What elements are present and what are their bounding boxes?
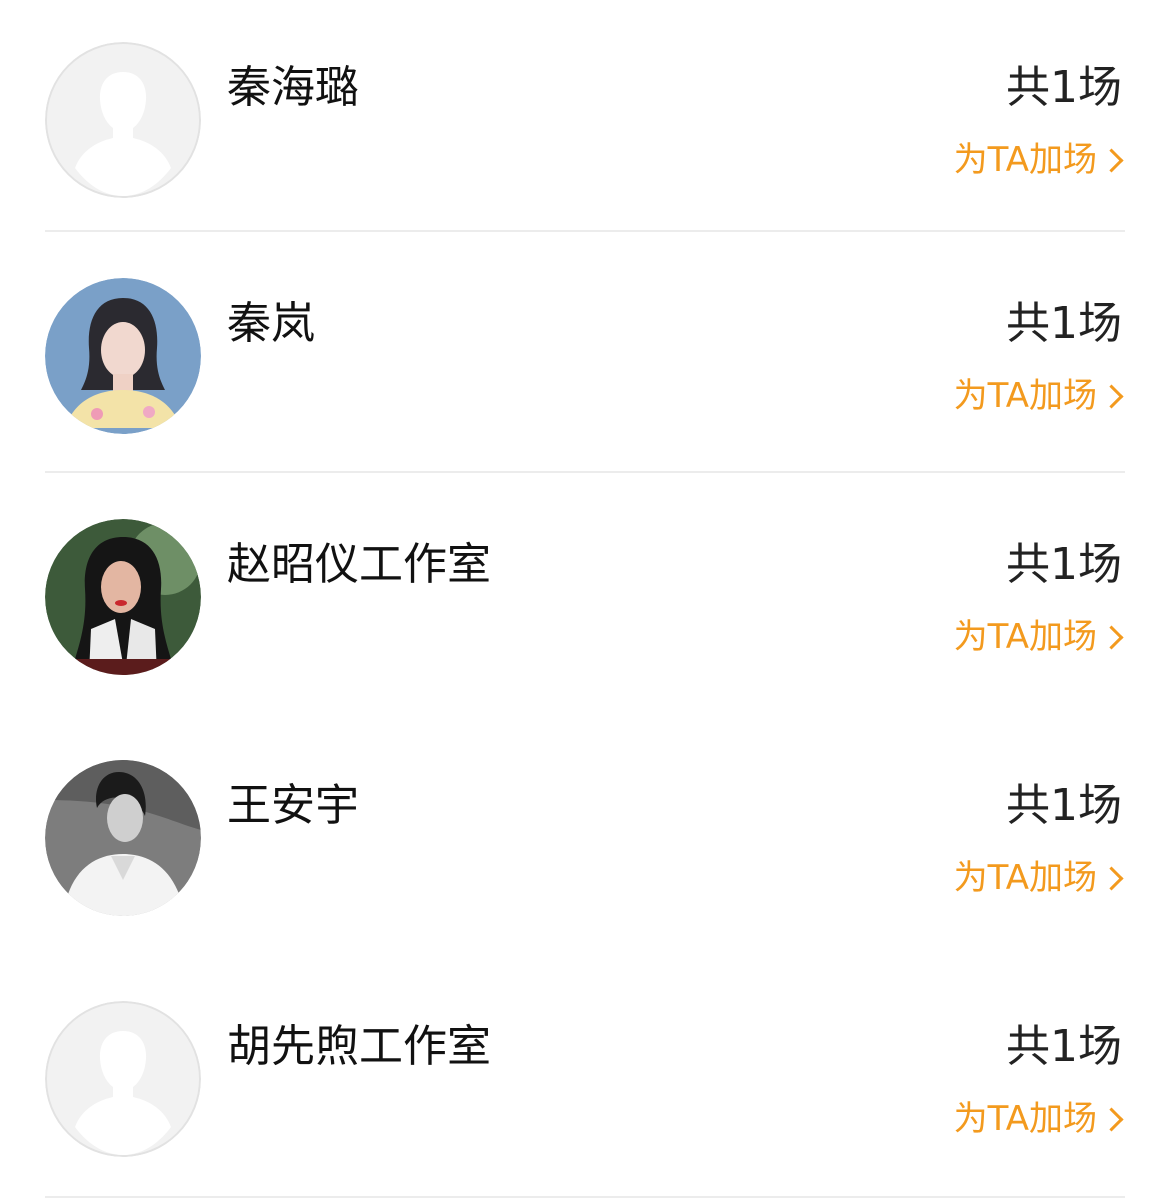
add-show-button[interactable]: 为TA加场 (954, 137, 1124, 183)
divider (45, 230, 1125, 232)
list-item[interactable]: 王安宇 共1场 为TA加场 (0, 718, 1170, 959)
show-count: 共1场 (1006, 1021, 1122, 1072)
avatar[interactable] (45, 519, 201, 675)
add-show-button[interactable]: 为TA加场 (954, 614, 1124, 660)
chevron-right-icon (1099, 147, 1124, 173)
show-count: 共1场 (1006, 62, 1122, 113)
chevron-right-icon (1099, 383, 1124, 409)
artist-name: 秦海璐 (227, 62, 359, 113)
show-count: 共1场 (1006, 780, 1122, 831)
avatar[interactable] (45, 760, 201, 916)
placeholder-avatar-icon[interactable] (45, 1001, 201, 1157)
artist-list: 秦海璐 共1场 为TA加场 秦岚 共1场 为TA加场 赵昭仪工作室 共1场 为T… (0, 0, 1170, 1200)
avatar[interactable] (45, 278, 201, 434)
artist-name: 赵昭仪工作室 (227, 539, 491, 590)
add-show-button[interactable]: 为TA加场 (954, 855, 1124, 901)
show-count: 共1场 (1006, 539, 1122, 590)
chevron-right-icon (1099, 865, 1124, 891)
add-show-label: 为TA加场 (953, 140, 1097, 180)
list-item[interactable]: 胡先煦工作室 共1场 为TA加场 (0, 959, 1170, 1200)
artist-name: 王安宇 (227, 780, 359, 831)
add-show-label: 为TA加场 (953, 376, 1097, 416)
show-count: 共1场 (1006, 298, 1122, 349)
list-item[interactable]: 赵昭仪工作室 共1场 为TA加场 (0, 477, 1170, 718)
chevron-right-icon (1099, 1106, 1124, 1132)
add-show-button[interactable]: 为TA加场 (954, 373, 1124, 419)
divider (45, 1196, 1125, 1198)
list-item[interactable]: 秦海璐 共1场 为TA加场 (0, 0, 1170, 241)
add-show-label: 为TA加场 (953, 858, 1097, 898)
artist-name: 秦岚 (227, 298, 315, 349)
chevron-right-icon (1099, 624, 1124, 650)
add-show-label: 为TA加场 (953, 1099, 1097, 1139)
add-show-label: 为TA加场 (953, 617, 1097, 657)
divider (45, 471, 1125, 473)
add-show-button[interactable]: 为TA加场 (954, 1096, 1124, 1142)
list-item[interactable]: 秦岚 共1场 为TA加场 (0, 236, 1170, 477)
placeholder-avatar-icon[interactable] (45, 42, 201, 198)
artist-name: 胡先煦工作室 (227, 1021, 491, 1072)
